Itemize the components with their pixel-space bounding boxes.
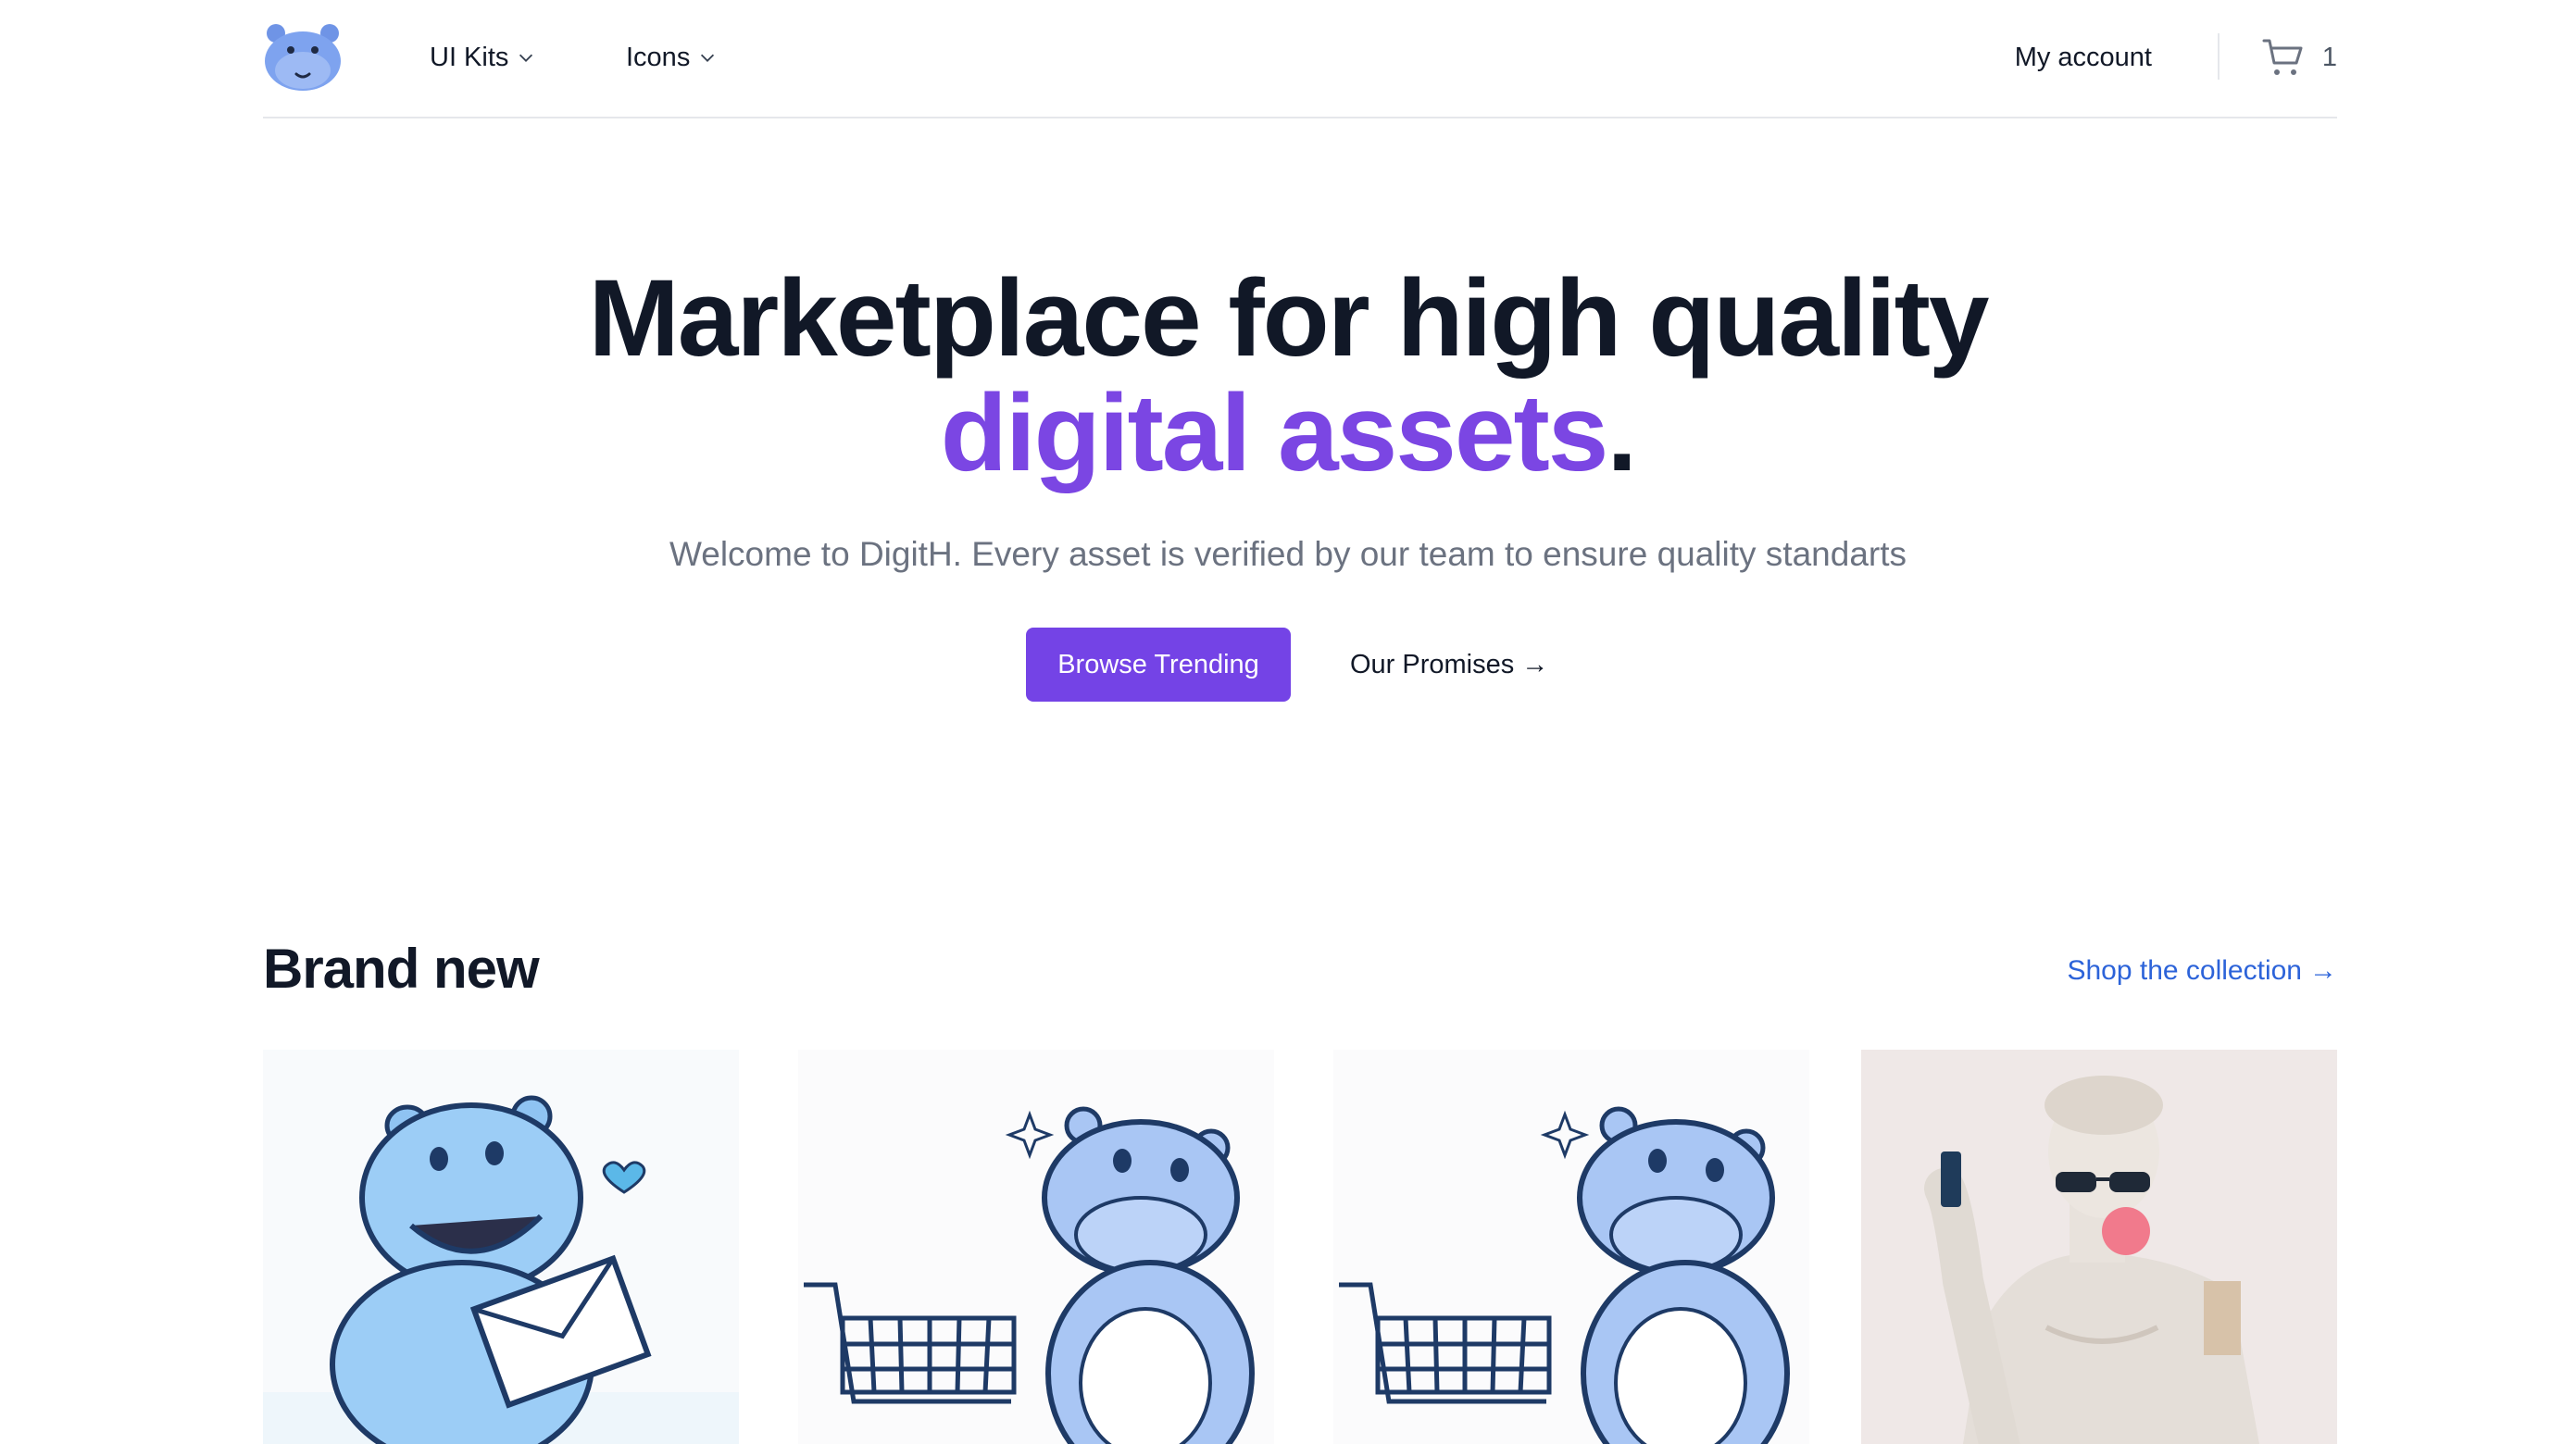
hero-subtitle: Welcome to DigitH. Every asset is verifi… <box>669 535 1907 573</box>
nav-ui-kits-label: UI Kits <box>430 42 509 72</box>
hero-title-line1: Marketplace for high quality <box>588 257 1989 380</box>
my-account-link[interactable]: My account <box>2015 35 2152 80</box>
cart-count: 1 <box>2321 42 2337 72</box>
shop-collection-label: Shop the collection <box>2067 955 2302 986</box>
nav-icons-label: Icons <box>626 42 691 72</box>
cart-button[interactable]: 1 <box>2261 33 2337 81</box>
chevron-down-icon <box>701 54 715 62</box>
header-divider <box>2218 33 2220 80</box>
our-promises-label: Our Promises <box>1350 649 1515 679</box>
hippo-cart-illustration <box>798 1050 1274 1444</box>
arrow-right-icon: → <box>1521 649 1549 679</box>
product-card-hippo-cart-2[interactable] <box>1333 1050 1809 1444</box>
nav-ui-kits[interactable]: UI Kits <box>430 35 536 80</box>
hero-title-period: . <box>1607 372 1637 494</box>
shop-collection-link[interactable]: Shop the collection → <box>2067 955 2337 987</box>
section-title-brand-new: Brand new <box>263 938 540 1000</box>
shopping-cart-icon <box>2262 39 2303 75</box>
product-card-statue[interactable] <box>1861 1050 2337 1444</box>
chevron-down-icon <box>519 54 533 62</box>
site-header: UI Kits Icons My account 1 <box>263 0 2337 118</box>
hero-title: Marketplace for high quality digital ass… <box>0 261 2576 491</box>
hippo-logo-icon[interactable] <box>263 22 343 93</box>
product-card-hippo-letter[interactable] <box>263 1050 739 1444</box>
hero-title-accent: digital assets <box>940 372 1609 494</box>
browse-trending-button[interactable]: Browse Trending <box>1026 628 1291 702</box>
hippo-letter-illustration <box>263 1050 739 1444</box>
product-card-hippo-cart[interactable] <box>798 1050 1274 1444</box>
hippo-cart-illustration <box>1333 1050 1809 1444</box>
statue-selfie-illustration <box>1861 1050 2337 1444</box>
nav-icons[interactable]: Icons <box>626 35 718 80</box>
our-promises-link[interactable]: Our Promises → <box>1350 628 1548 702</box>
arrow-right-icon: → <box>2309 955 2337 986</box>
